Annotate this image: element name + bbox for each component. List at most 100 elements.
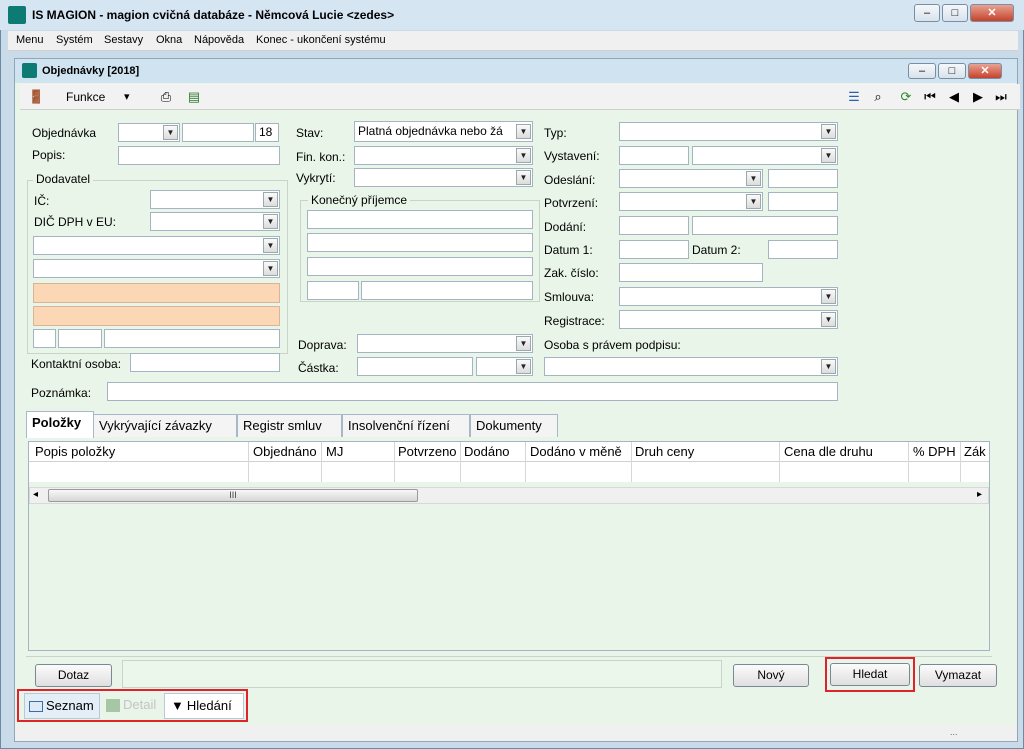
datum1-field[interactable] <box>619 240 689 259</box>
vystaveni-select[interactable]: ▼ <box>692 146 838 165</box>
prijemce-street-field[interactable] <box>307 233 533 252</box>
chevron-down-icon[interactable]: ▼ <box>263 261 278 276</box>
castka-field[interactable] <box>357 357 473 376</box>
dodavatel-name-select[interactable]: ▼ <box>33 236 280 255</box>
vykryti-select[interactable]: ▼ <box>354 168 533 187</box>
tab-seznam[interactable]: Seznam <box>24 693 100 719</box>
funkce-dropdown-arrow-icon[interactable]: ▾ <box>124 90 130 103</box>
scroll-right-icon[interactable]: ▸ <box>977 489 982 500</box>
column-header[interactable]: Dodáno v měně <box>530 444 622 459</box>
datum2-field[interactable] <box>768 240 838 259</box>
odeslani-date-field[interactable] <box>768 169 838 188</box>
vymazat-button[interactable]: Vymazat <box>919 664 997 687</box>
castka-currency-select[interactable]: ▼ <box>476 357 533 376</box>
hledat-button[interactable]: Hledat <box>830 663 910 686</box>
chevron-down-icon[interactable]: ▼ <box>746 171 761 186</box>
inner-close-button[interactable]: ✕ <box>968 63 1002 79</box>
smlouva-select[interactable]: ▼ <box>619 287 838 306</box>
inner-maximize-button[interactable]: □ <box>938 63 966 79</box>
dic-select[interactable]: ▼ <box>150 212 280 231</box>
exit-door-icon[interactable]: 🚪 <box>28 89 44 105</box>
potvrzeni-date-field[interactable] <box>768 192 838 211</box>
last-record-icon[interactable]: ⏭ <box>994 89 1008 105</box>
tab-vykryvajici-zavazky[interactable]: Vykrývající závazky <box>93 414 237 437</box>
prijemce-zip-field[interactable] <box>307 281 359 300</box>
tab-polozky[interactable]: Položky <box>26 411 94 438</box>
potvrzeni-select[interactable]: ▼ <box>619 192 763 211</box>
novy-button[interactable]: Nový <box>733 664 809 687</box>
menu-item-menu[interactable]: Menu <box>16 34 44 46</box>
objednavka-year-field[interactable]: 18 <box>255 123 279 142</box>
dotaz-button[interactable]: Dotaz <box>35 664 112 687</box>
tab-dokumenty[interactable]: Dokumenty <box>470 414 558 437</box>
inner-minimize-button[interactable]: – <box>908 63 936 79</box>
column-header[interactable]: % DPH <box>913 444 956 459</box>
kontaktni-osoba-field[interactable] <box>130 353 280 372</box>
first-record-icon[interactable]: ⏮ <box>922 89 938 105</box>
dodani-date-field[interactable] <box>619 216 689 235</box>
doprava-select[interactable]: ▼ <box>357 334 533 353</box>
prijemce-name-field[interactable] <box>307 210 533 229</box>
dodavatel-extra-field[interactable] <box>104 329 280 348</box>
chevron-down-icon[interactable]: ▼ <box>163 125 178 140</box>
table-row[interactable] <box>29 462 989 482</box>
column-header[interactable]: Potvrzeno <box>398 444 457 459</box>
menu-item-konec[interactable]: Konec - ukončení systému <box>256 34 386 46</box>
maximize-button[interactable]: □ <box>942 4 968 22</box>
stav-select[interactable]: Platná objednávka nebo žá ▼ <box>354 121 533 142</box>
tab-hledani[interactable]: ▼ Hledání <box>164 693 244 719</box>
prijemce-country-field[interactable] <box>361 281 533 300</box>
column-header[interactable]: Popis položky <box>35 444 115 459</box>
registrace-select[interactable]: ▼ <box>619 310 838 329</box>
refresh-icon[interactable]: ⟳ <box>898 89 914 105</box>
chevron-down-icon[interactable]: ▼ <box>821 312 836 327</box>
dodavatel-street-field[interactable] <box>33 283 280 303</box>
export-icon[interactable]: ▤ <box>186 89 202 105</box>
chevron-down-icon[interactable]: ▼ <box>516 336 531 351</box>
chevron-down-icon[interactable]: ▼ <box>516 124 531 139</box>
chevron-down-icon[interactable]: ▼ <box>821 124 836 139</box>
list-view-icon[interactable]: ☰ <box>846 89 862 105</box>
chevron-down-icon[interactable]: ▼ <box>263 214 278 229</box>
close-button[interactable]: ✕ <box>970 4 1014 22</box>
scroll-thumb[interactable]: III <box>48 489 418 502</box>
dodavatel-name2-select[interactable]: ▼ <box>33 259 280 278</box>
next-record-icon[interactable]: ▶ <box>970 89 986 105</box>
menu-item-okna[interactable]: Okna <box>156 34 182 46</box>
search-preview-icon[interactable]: ⌕ <box>870 89 886 105</box>
chevron-down-icon[interactable]: ▼ <box>263 238 278 253</box>
zak-cislo-field[interactable] <box>619 263 763 282</box>
column-header[interactable]: Zák <box>964 444 988 459</box>
dodavatel-country-field[interactable] <box>33 329 56 348</box>
chevron-down-icon[interactable]: ▼ <box>263 192 278 207</box>
column-header[interactable]: Druh ceny <box>635 444 694 459</box>
objednavka-number-field[interactable] <box>182 123 254 142</box>
vystaveni-date-field[interactable] <box>619 146 689 165</box>
menu-item-sestavy[interactable]: Sestavy <box>104 34 143 46</box>
column-header[interactable]: MJ <box>326 444 343 459</box>
dodavatel-zip-field[interactable] <box>58 329 102 348</box>
menu-item-system[interactable]: Systém <box>56 34 93 46</box>
chevron-down-icon[interactable]: ▼ <box>516 170 531 185</box>
poznamka-field[interactable] <box>107 382 838 401</box>
scroll-left-icon[interactable]: ◂ <box>33 489 38 500</box>
tab-insolvencni-rizeni[interactable]: Insolvenční řízení <box>342 414 470 437</box>
fin-kon-select[interactable]: ▼ <box>354 146 533 165</box>
typ-select[interactable]: ▼ <box>619 122 838 141</box>
chevron-down-icon[interactable]: ▼ <box>746 194 761 209</box>
chevron-down-icon[interactable]: ▼ <box>516 148 531 163</box>
funkce-menu-button[interactable]: Funkce <box>66 90 105 104</box>
chevron-down-icon[interactable]: ▼ <box>821 289 836 304</box>
print-icon[interactable]: ⎙ <box>158 89 174 105</box>
chevron-down-icon[interactable]: ▼ <box>821 359 836 374</box>
ic-select[interactable]: ▼ <box>150 190 280 209</box>
odeslani-select[interactable]: ▼ <box>619 169 763 188</box>
chevron-down-icon[interactable]: ▼ <box>821 148 836 163</box>
popis-field[interactable] <box>118 146 280 165</box>
column-header[interactable]: Dodáno <box>464 444 510 459</box>
minimize-button[interactable]: – <box>914 4 940 22</box>
dodani-note-field[interactable] <box>692 216 838 235</box>
menu-item-napoveda[interactable]: Nápověda <box>194 34 244 46</box>
column-header[interactable]: Objednáno <box>253 444 317 459</box>
tab-detail[interactable]: Detail <box>103 693 163 719</box>
